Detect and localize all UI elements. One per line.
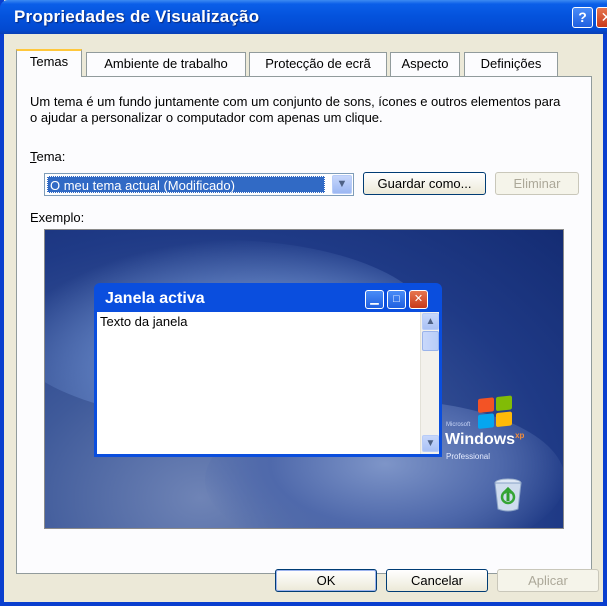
scroll-up-icon: ▲	[422, 313, 439, 330]
microsoft-label: Microsoft	[446, 422, 471, 428]
tab-aspecto[interactable]: Aspecto	[390, 52, 460, 76]
scroll-down-icon: ▼	[422, 435, 439, 452]
theme-description: Um tema é um fundo juntamente com um con…	[30, 94, 561, 125]
tab-proteccao-de-ecra[interactable]: Protecção de ecrã	[249, 52, 387, 76]
help-button[interactable]: ?	[572, 7, 593, 28]
windows-word: Windowsxp	[445, 431, 525, 448]
maximize-icon: □	[387, 290, 406, 309]
apply-button[interactable]: Aplicar	[497, 569, 599, 592]
ok-button[interactable]: OK	[275, 569, 377, 592]
edition-label: Professional	[446, 452, 491, 461]
preview-window-text: Texto da janela	[100, 314, 188, 329]
theme-select[interactable]: O meu tema actual (Modificado) ▼	[44, 173, 354, 196]
tab-definicoes[interactable]: Definições	[464, 52, 558, 76]
chevron-down-icon[interactable]: ▼	[332, 175, 352, 194]
title-bar[interactable]: Propriedades de Visualização ? ✕	[0, 0, 607, 34]
window-title: Propriedades de Visualização	[14, 7, 260, 26]
minimize-icon: ▁	[365, 290, 384, 309]
delete-button[interactable]: Eliminar	[495, 172, 579, 195]
theme-select-value: O meu tema actual (Modificado)	[47, 176, 325, 193]
close-button[interactable]: ✕	[596, 7, 607, 28]
preview-active-window: Janela activa ▁ □ ✕ Texto da janela ▲ ▼	[94, 283, 442, 457]
tab-temas[interactable]: Temas	[16, 49, 82, 77]
example-label: Exemplo:	[30, 210, 85, 225]
save-as-button[interactable]: Guardar como...	[363, 172, 486, 195]
preview-window-body: Texto da janela ▲ ▼	[97, 312, 439, 454]
tab-ambiente-de-trabalho[interactable]: Ambiente de trabalho	[86, 52, 246, 76]
theme-preview: Janela activa ▁ □ ✕ Texto da janela ▲ ▼ …	[44, 229, 564, 529]
close-icon: ✕	[409, 290, 428, 309]
scroll-thumb	[422, 331, 439, 351]
preview-scrollbar: ▲ ▼	[420, 312, 439, 454]
cancel-button[interactable]: Cancelar	[386, 569, 488, 592]
tema-label: Tema:	[30, 149, 66, 164]
recycle-bin-icon	[494, 478, 522, 512]
